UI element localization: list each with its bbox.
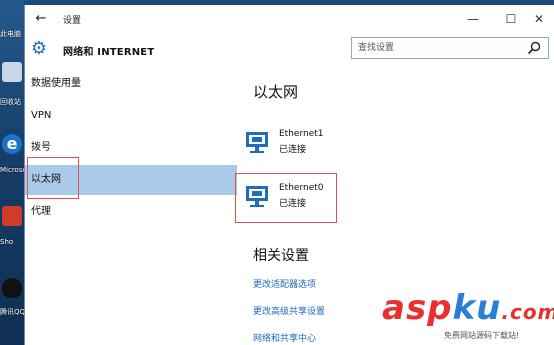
app-header: ⚙ 网络和 INTERNET xyxy=(25,33,554,69)
sidebar-item-dial-up[interactable]: 拨号 xyxy=(25,133,237,163)
back-button[interactable]: ← xyxy=(31,9,51,29)
network-item-ethernet1[interactable]: Ethernet1 已连接 xyxy=(245,127,335,161)
page-title: 网络和 INTERNET xyxy=(63,47,155,58)
link-change-adapter-options[interactable]: 更改适配器选项 xyxy=(253,277,316,290)
network-name: Ethernet0 xyxy=(279,183,324,193)
app-shortcut-icon[interactable] xyxy=(2,206,22,226)
search-box[interactable] xyxy=(351,37,549,59)
sidebar-item-proxy[interactable]: 代理 xyxy=(25,197,237,227)
maximize-button[interactable]: ☐ xyxy=(497,8,525,30)
sidebar-item-ethernet[interactable]: 以太网 xyxy=(25,165,237,195)
sidebar-nav: 数据使用量 VPN 拨号 以太网 代理 xyxy=(25,69,237,345)
search-input[interactable] xyxy=(358,41,518,55)
title-bar[interactable]: ← 设置 — ☐ ✕ xyxy=(25,5,554,33)
recycle-bin-icon[interactable] xyxy=(2,62,22,82)
sidebar-item-data-usage[interactable]: 数据使用量 xyxy=(25,69,237,99)
gear-icon: ⚙ xyxy=(30,38,48,59)
network-name: Ethernet1 xyxy=(279,129,324,139)
link-network-sharing-center[interactable]: 网络和共享中心 xyxy=(253,331,316,344)
sidebar-item-vpn[interactable]: VPN xyxy=(25,101,237,131)
desktop-icon-label-edge: Microsoft Edge xyxy=(0,166,24,174)
window-title: 设置 xyxy=(63,16,82,26)
network-status: 已连接 xyxy=(279,199,307,209)
desktop-icon-label-shortcut: Sho xyxy=(0,238,14,246)
qq-penguin-icon[interactable] xyxy=(2,278,22,298)
edge-icon[interactable]: e xyxy=(2,134,22,154)
search-icon[interactable] xyxy=(526,40,542,56)
minimize-button[interactable]: — xyxy=(459,8,487,30)
desktop-icon-label-this-pc: 此电脑 xyxy=(0,30,21,38)
network-item-ethernet0[interactable]: Ethernet0 已连接 xyxy=(245,181,335,215)
ethernet-adapter-icon xyxy=(246,132,268,153)
desktop-icon-label-qq: 腾讯QQ xyxy=(0,308,24,316)
related-settings-heading: 相关设置 xyxy=(253,248,309,264)
desktop-icon-label-recycle-bin: 回收站 xyxy=(0,98,21,106)
ethernet-adapter-icon xyxy=(246,186,268,207)
close-button[interactable]: ✕ xyxy=(525,8,553,30)
desktop-background: 此电脑 回收站 e Microsoft Edge Sho 腾讯QQ xyxy=(0,0,24,345)
link-change-advanced-sharing[interactable]: 更改高级共享设置 xyxy=(253,304,325,317)
network-status: 已连接 xyxy=(279,145,307,155)
content-title: 以太网 xyxy=(253,83,299,101)
main-content: 以太网 Ethernet1 已连接 Ethernet0 已连接 相关设置 更改适… xyxy=(235,69,554,345)
settings-window: ← 设置 — ☐ ✕ ⚙ 网络和 INTERNET 数据使用量 VPN 拨号 以… xyxy=(24,5,554,345)
